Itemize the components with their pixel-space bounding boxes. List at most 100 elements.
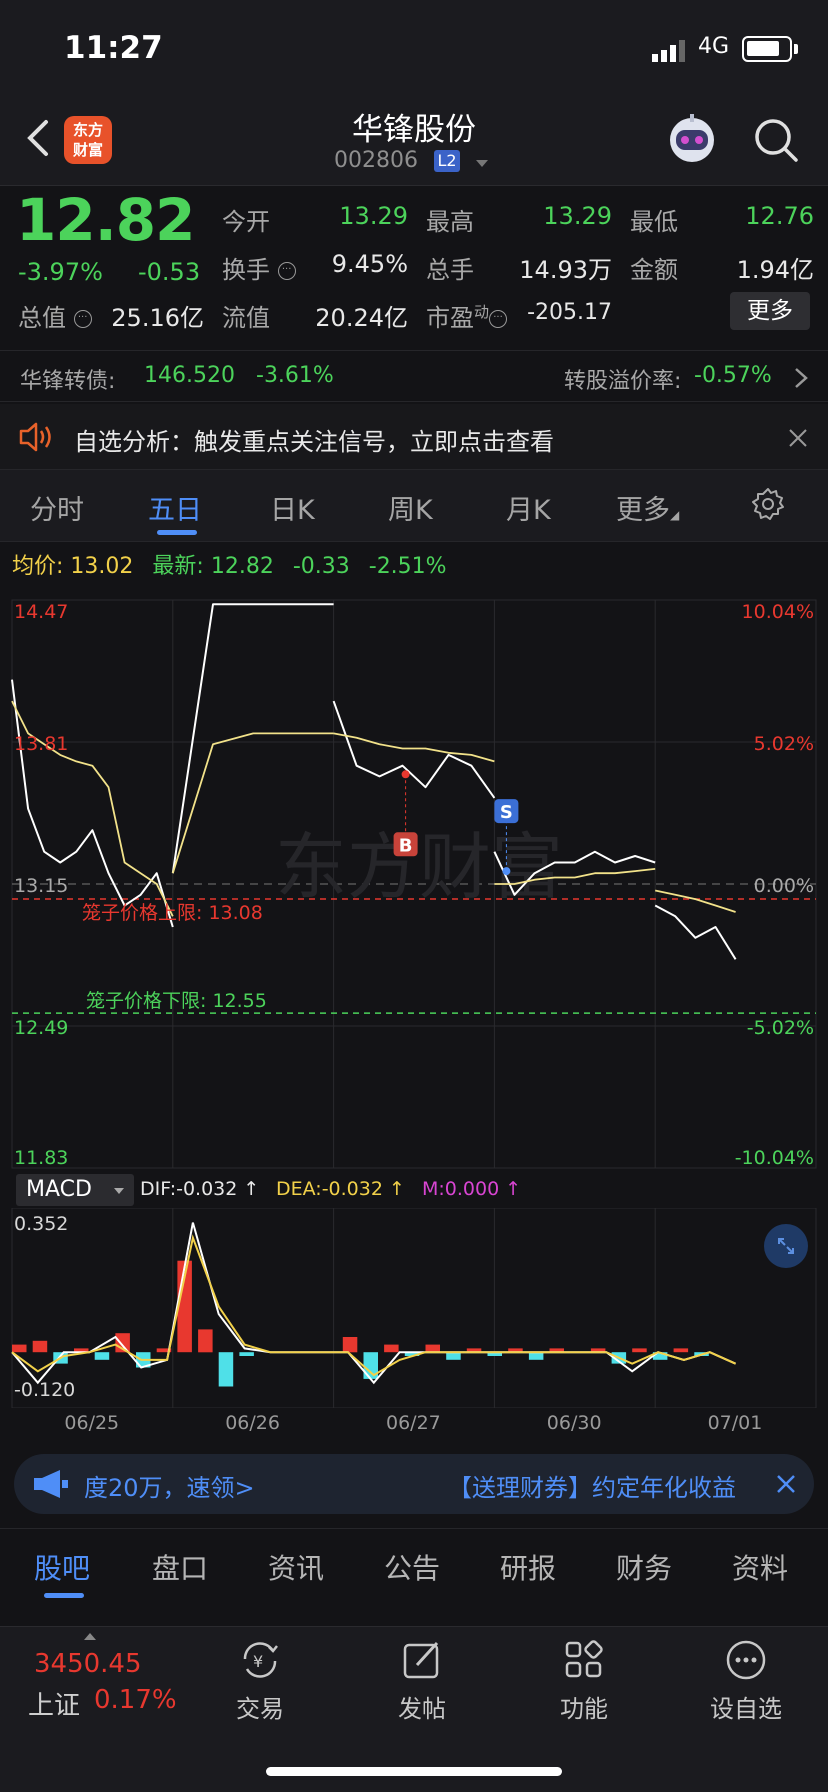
volume-label: 总手 bbox=[426, 256, 474, 284]
macd-histogram-bar bbox=[425, 1344, 440, 1353]
marker-label: S bbox=[500, 802, 513, 823]
change-amount: -0.53 bbox=[138, 258, 201, 286]
nav-add-watchlist[interactable]: 设自选 bbox=[686, 1637, 806, 1724]
date-label: 06/27 bbox=[386, 1412, 441, 1434]
info-icon[interactable]: ··· bbox=[277, 262, 296, 280]
tab-financials[interactable]: 财务 bbox=[616, 1547, 672, 1587]
tab-profile[interactable]: 资料 bbox=[732, 1547, 788, 1587]
tab-more[interactable]: 更多◢ bbox=[616, 488, 679, 527]
app-logo[interactable]: 东方 财富 bbox=[64, 116, 112, 164]
date-label: 06/26 bbox=[225, 1412, 280, 1434]
expand-button[interactable] bbox=[764, 1224, 808, 1268]
back-arrow-icon[interactable] bbox=[24, 118, 54, 158]
y-tick-label-pct: 10.04% bbox=[742, 601, 814, 623]
bottom-nav: 3450.45 上证 0.17% ¥ 交易 发帖 功能 设自选 bbox=[0, 1626, 828, 1792]
macd-histogram-bar bbox=[12, 1344, 27, 1353]
promo-text[interactable]: 【送理财券】约定年化收益 bbox=[448, 1468, 776, 1503]
index-change[interactable]: 0.17% bbox=[94, 1685, 177, 1715]
yen-exchange-icon: ¥ bbox=[243, 1642, 278, 1678]
info-icon[interactable]: ··· bbox=[73, 310, 92, 328]
tab-order-book[interactable]: 盘口 bbox=[152, 1547, 208, 1587]
latest-price-legend: 最新: 12.82 bbox=[152, 554, 274, 579]
bond-name: 华锋转债: bbox=[20, 369, 116, 394]
market-cap-value: 25.16亿 bbox=[111, 304, 204, 332]
legend-change-abs: -0.33 bbox=[292, 554, 350, 579]
tab-underline bbox=[44, 1593, 84, 1598]
alert-banner[interactable]: 自选分析：触发重点关注信号，立即点击查看 bbox=[0, 404, 828, 470]
pe-label: 市盈动 ··· bbox=[426, 298, 508, 333]
tab-underline bbox=[157, 530, 197, 535]
chevron-down-icon[interactable] bbox=[114, 1188, 124, 1194]
tab-announcements[interactable]: 公告 bbox=[384, 1547, 440, 1587]
more-button[interactable]: 更多 bbox=[730, 292, 810, 330]
five-day-price-chart[interactable]: 东方财富 笼子价格上限: 13.08 笼子价格下限: 12.55 14.47 10.0… bbox=[0, 592, 828, 1172]
macd-indicator-bar: MACD DIF:-0.032 ↑ DEA:-0.032 ↑ M:0.000 ↑ bbox=[0, 1172, 828, 1208]
tab-news[interactable]: 资讯 bbox=[268, 1547, 324, 1587]
edit-icon bbox=[403, 1641, 439, 1679]
chevron-down-icon[interactable] bbox=[476, 160, 488, 167]
chevron-right-icon bbox=[795, 368, 808, 388]
macd-chart[interactable]: 0.352 -0.120 bbox=[0, 1208, 828, 1408]
index-value[interactable]: 3450.45 bbox=[34, 1649, 142, 1679]
macd-histogram-bar bbox=[528, 1352, 544, 1360]
network-label: 4G bbox=[698, 34, 730, 59]
tab-intraday[interactable]: 分时 bbox=[30, 488, 84, 527]
macd-min-label: -0.120 bbox=[14, 1379, 75, 1401]
tab-research[interactable]: 研报 bbox=[500, 1547, 556, 1587]
chevron-up-icon[interactable] bbox=[84, 1633, 96, 1640]
alert-text: 自选分析：触发重点关注信号，立即点击查看 bbox=[74, 428, 554, 456]
stock-header: 东方 财富 华锋股份 002806 L2 bbox=[0, 96, 828, 186]
macd-histogram-bar bbox=[32, 1340, 48, 1353]
high-value: 13.29 bbox=[543, 202, 612, 230]
amount-value: 1.94亿 bbox=[736, 256, 814, 284]
float-cap-label: 流值 bbox=[222, 304, 270, 332]
macd-histogram-bar bbox=[94, 1352, 110, 1360]
macd-max-label: 0.352 bbox=[14, 1213, 68, 1235]
volume-value: 14.93万 bbox=[519, 256, 612, 284]
gear-icon[interactable] bbox=[750, 486, 786, 522]
tab-weekly-k[interactable]: 周K bbox=[388, 488, 433, 527]
y-tick-label: 11.83 bbox=[14, 1147, 68, 1169]
close-icon[interactable] bbox=[774, 1472, 798, 1496]
amount-label: 金额 bbox=[630, 256, 678, 284]
convertible-bond-row[interactable]: 华锋转债: 146.520 -3.61% 转股溢价率: -0.57% bbox=[0, 350, 828, 402]
nav-trade[interactable]: ¥ 交易 bbox=[200, 1637, 320, 1724]
tab-forum[interactable]: 股吧 bbox=[34, 1547, 90, 1587]
y-tick-label: 12.49 bbox=[14, 1017, 68, 1039]
search-icon[interactable] bbox=[752, 116, 800, 164]
promo-marquee[interactable]: 度20万，速领> 【送理财券】约定年化收益 bbox=[14, 1454, 814, 1514]
dea-value: DEA:-0.032 ↑ bbox=[276, 1178, 405, 1200]
avg-price-line bbox=[333, 732, 495, 763]
premium-value: -0.57% bbox=[694, 363, 772, 388]
tab-monthly-k[interactable]: 月K bbox=[506, 488, 551, 527]
speaker-icon bbox=[19, 422, 51, 452]
marker-dot bbox=[401, 770, 410, 779]
macd-histogram-bar bbox=[218, 1352, 234, 1387]
index-name[interactable]: 上证 bbox=[28, 1685, 80, 1722]
macd-histogram-bar bbox=[342, 1337, 358, 1353]
price-limit-label: 笼子价格上限: 13.08 bbox=[82, 902, 263, 924]
tab-daily-k[interactable]: 日K bbox=[270, 488, 315, 527]
y-tick-label: 13.15 bbox=[14, 875, 68, 897]
open-value: 13.29 bbox=[339, 202, 408, 230]
m-value: M:0.000 ↑ bbox=[422, 1178, 522, 1200]
close-icon[interactable] bbox=[786, 426, 810, 450]
nav-functions[interactable]: 功能 bbox=[524, 1637, 644, 1724]
level-badge[interactable]: L2 bbox=[434, 150, 460, 172]
stock-code: 002806 bbox=[334, 148, 418, 173]
status-bar: 11:27 4G bbox=[0, 0, 828, 96]
macd-histogram-bar bbox=[198, 1329, 213, 1353]
megaphone-icon bbox=[34, 1470, 68, 1498]
promo-text[interactable]: 度20万，速领> bbox=[84, 1468, 255, 1503]
battery-tip bbox=[794, 44, 798, 54]
market-cap-label: 总值 ··· bbox=[18, 298, 92, 333]
nav-post[interactable]: 发帖 bbox=[362, 1637, 482, 1724]
tab-five-day[interactable]: 五日 bbox=[148, 488, 202, 527]
info-icon[interactable]: ··· bbox=[489, 310, 508, 328]
y-tick-label: 14.47 bbox=[14, 601, 68, 623]
macd-histogram-bar bbox=[446, 1352, 461, 1360]
robot-assistant-icon[interactable] bbox=[664, 112, 720, 168]
last-price: 12.82 bbox=[16, 186, 195, 254]
battery-icon bbox=[742, 36, 792, 62]
legend-change-pct: -2.51% bbox=[368, 554, 447, 579]
